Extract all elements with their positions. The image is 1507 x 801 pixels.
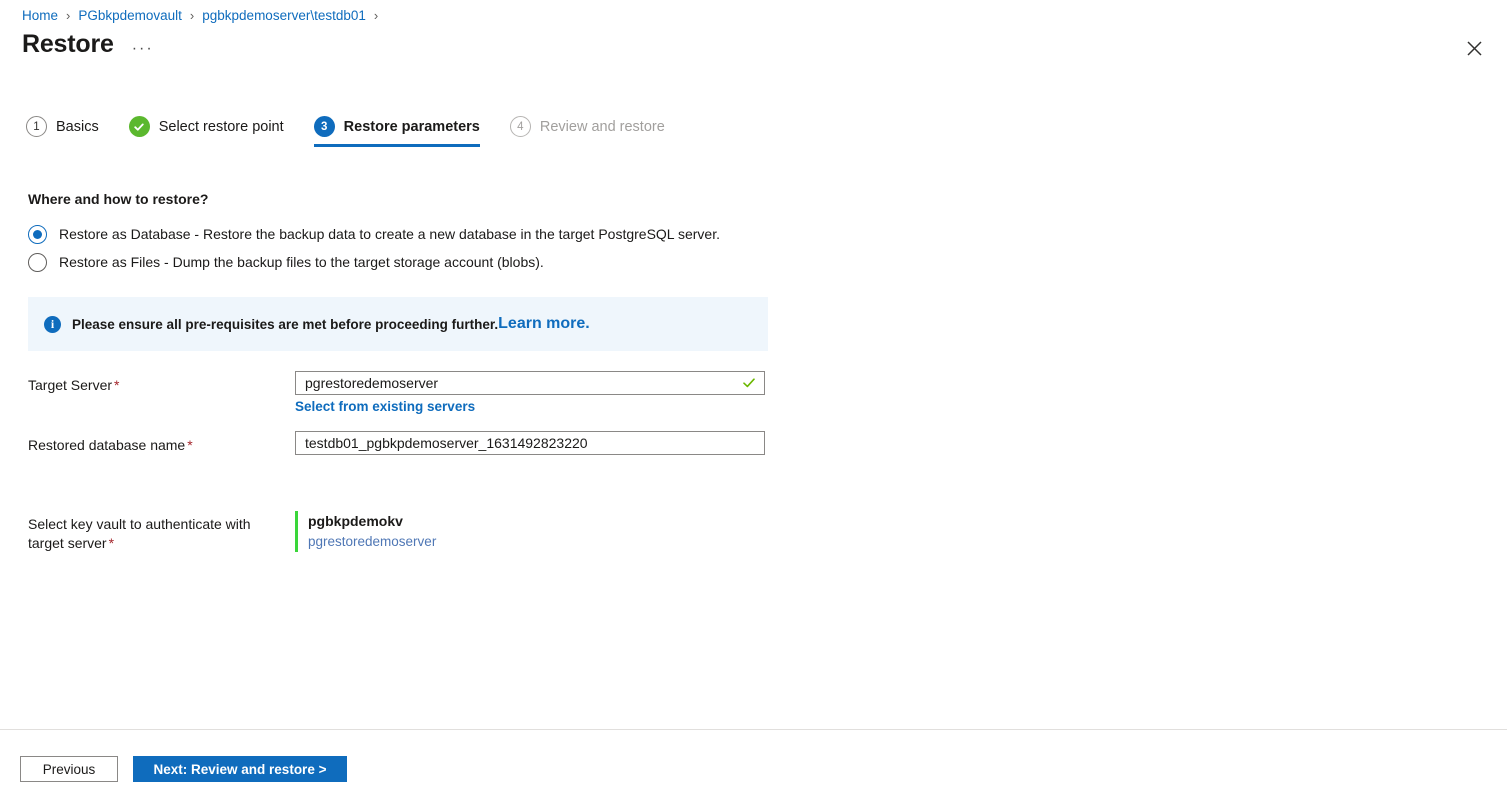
restored-database-name-label: Restored database name* [28,436,193,455]
step-number-badge: 3 [314,116,335,137]
info-icon: i [44,316,61,333]
breadcrumb-separator: › [66,8,70,23]
next-review-and-restore-button[interactable]: Next: Review and restore > [133,756,347,782]
target-server-label-text: Target Server [28,377,112,393]
validation-checkmark-icon [742,376,756,390]
page-header: Restore ··· [22,30,154,59]
key-vault-name: pgbkpdemokv [308,511,436,531]
wizard-step-restore-parameters[interactable]: 3 Restore parameters [314,116,480,147]
key-vault-subtitle: pgrestoredemoserver [308,531,436,552]
section-title: Where and how to restore? [28,191,208,207]
wizard-step-select-restore-point[interactable]: Select restore point [129,116,284,147]
restored-database-name-input-wrapper[interactable] [295,431,765,455]
wizard-footer: Previous Next: Review and restore > [20,756,347,782]
wizard-step-label: Restore parameters [344,119,480,135]
required-marker: * [109,535,114,551]
radio-unselected-icon [28,253,47,272]
checkmark-icon [129,116,150,137]
page-title: Restore [22,30,114,59]
radio-label: Restore as Database - Restore the backup… [59,226,720,242]
breadcrumb-separator: › [190,8,194,23]
wizard-steps: 1 Basics Select restore point 3 Restore … [26,116,695,154]
required-marker: * [114,377,119,393]
radio-selected-icon [28,225,47,244]
wizard-step-basics[interactable]: 1 Basics [26,116,99,147]
footer-divider [0,729,1507,730]
target-server-label: Target Server* [28,376,120,395]
radio-restore-as-files[interactable]: Restore as Files - Dump the backup files… [28,248,720,276]
radio-label: Restore as Files - Dump the backup files… [59,254,544,270]
close-icon[interactable] [1461,35,1487,61]
target-server-input-wrapper[interactable] [295,371,765,395]
key-vault-selected-card[interactable]: pgbkpdemokv pgrestoredemoserver [295,511,436,552]
info-banner-text: Please ensure all pre-requisites are met… [72,317,498,332]
more-options-icon[interactable]: ··· [132,41,154,57]
step-number-badge: 4 [510,116,531,137]
breadcrumb-separator-trailing: › [374,8,378,23]
step-number-badge: 1 [26,116,47,137]
wizard-step-review-and-restore[interactable]: 4 Review and restore [510,116,665,147]
required-marker: * [187,437,192,453]
breadcrumb: Home › PGbkpdemovault › pgbkpdemoserver\… [22,4,386,26]
key-vault-label: Select key vault to authenticate with ta… [28,515,278,553]
select-from-existing-servers-link[interactable]: Select from existing servers [295,399,475,414]
breadcrumb-item-vault[interactable]: PGbkpdemovault [78,8,182,23]
breadcrumb-item-database[interactable]: pgbkpdemoserver\testdb01 [202,8,366,23]
info-banner: i Please ensure all pre-requisites are m… [28,297,768,351]
learn-more-link[interactable]: Learn more. [498,315,590,333]
target-server-input[interactable] [305,375,742,391]
radio-restore-as-database[interactable]: Restore as Database - Restore the backup… [28,220,720,248]
wizard-step-label: Basics [56,119,99,135]
key-vault-label-text: Select key vault to authenticate with ta… [28,516,251,551]
wizard-step-label: Review and restore [540,119,665,135]
breadcrumb-item-home[interactable]: Home [22,8,58,23]
restored-database-name-label-text: Restored database name [28,437,185,453]
previous-button[interactable]: Previous [20,756,118,782]
wizard-step-label: Select restore point [159,119,284,135]
restored-database-name-input[interactable] [305,435,756,451]
restore-mode-radio-group: Restore as Database - Restore the backup… [28,220,720,276]
